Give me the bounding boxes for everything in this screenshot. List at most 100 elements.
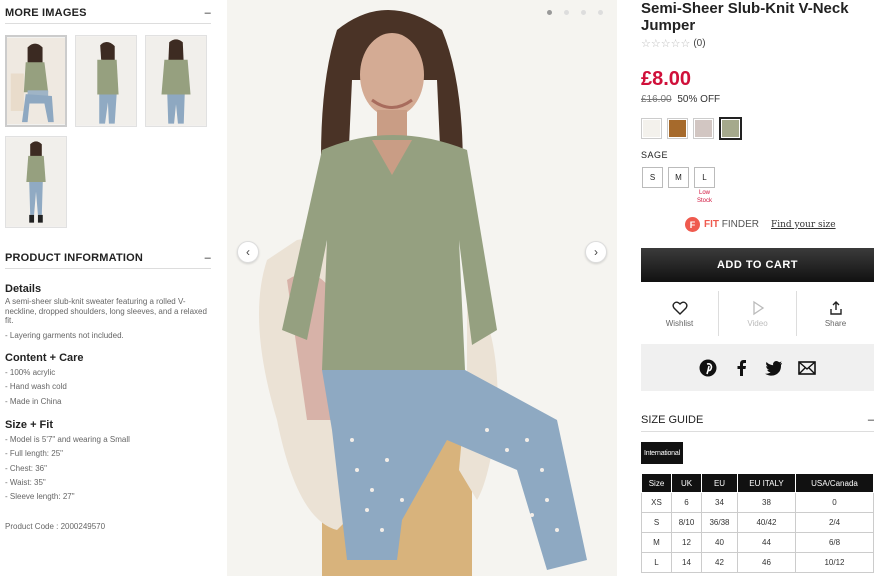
table-cell: 12 xyxy=(671,532,702,553)
table-cell: M xyxy=(641,532,672,553)
left-sidebar: MORE IMAGES – PRODUCT INFORMATION – Deta… xyxy=(0,0,218,576)
email-icon[interactable] xyxy=(798,359,816,377)
wishlist-button[interactable]: Wishlist xyxy=(641,291,719,336)
main-product-image[interactable]: ‹ › xyxy=(227,0,617,576)
product-info-title: PRODUCT INFORMATION xyxy=(5,252,144,264)
table-cell: 0 xyxy=(795,492,874,513)
pinterest-icon[interactable] xyxy=(699,359,717,377)
fit-item: - Sleeve length: 27" xyxy=(5,492,75,502)
thumbnail-1[interactable] xyxy=(5,35,67,127)
share-icon xyxy=(829,300,842,315)
star-rating-icon: ☆☆☆☆☆ xyxy=(641,38,691,50)
divider xyxy=(641,431,874,432)
carousel-dot[interactable] xyxy=(564,10,569,15)
low-stock-line: Low xyxy=(698,190,710,196)
thumbnail-2[interactable] xyxy=(75,35,137,127)
thumbnail-4[interactable] xyxy=(5,136,67,228)
selected-color-name: SAGE xyxy=(641,150,669,160)
content-care-heading: Content + Care xyxy=(5,352,84,364)
video-button[interactable]: Video xyxy=(719,291,797,336)
table-row: M 12 40 44 6/8 xyxy=(641,532,874,553)
table-cell: 44 xyxy=(737,532,796,553)
fit-finder-word: FINDER xyxy=(719,219,759,230)
color-swatch-sage[interactable] xyxy=(719,117,742,140)
table-cell: 46 xyxy=(737,552,796,573)
twitter-icon[interactable] xyxy=(765,359,783,377)
product-title: Semi-Sheer Slub-Knit V-Neck Jumper xyxy=(641,0,849,34)
fit-item: - Model is 5'7" and wearing a Small xyxy=(5,435,130,444)
fit-finder-icon: F xyxy=(685,217,700,232)
product-code: Product Code : 2000249570 xyxy=(5,520,213,534)
product-code-text: Product Code : 2000249570 xyxy=(5,522,106,531)
previous-image-button[interactable]: ‹ xyxy=(237,241,259,263)
table-cell: 40 xyxy=(701,532,738,553)
more-images-header[interactable]: MORE IMAGES – xyxy=(5,7,211,19)
table-cell: 34 xyxy=(701,492,738,513)
social-share-bar xyxy=(641,344,874,391)
column-header: EU xyxy=(701,473,738,493)
size-button-m[interactable]: M xyxy=(668,167,689,188)
size-guide-header[interactable]: SIZE GUIDE – xyxy=(641,414,874,426)
fit-item: - Chest: 36" xyxy=(5,463,47,473)
table-cell: 36/38 xyxy=(701,512,738,533)
color-swatches xyxy=(641,117,742,140)
details-section: Details A semi-sheer slub-knit sweater f… xyxy=(5,283,213,343)
divider xyxy=(5,268,211,269)
content-item: - Hand wash cold xyxy=(5,382,67,392)
wishlist-label: Wishlist xyxy=(665,318,694,328)
column-header: UK xyxy=(671,473,702,493)
facebook-icon[interactable] xyxy=(732,359,750,377)
chevron-left-icon: ‹ xyxy=(246,245,250,259)
table-cell: 10/12 xyxy=(795,552,874,573)
thumbnail-3[interactable] xyxy=(145,35,207,127)
table-cell: 2/4 xyxy=(795,512,874,533)
table-row: XS 6 34 38 0 xyxy=(641,492,874,513)
details-text: A semi-sheer slub-knit sweater featuring… xyxy=(5,297,207,325)
carousel-dot[interactable] xyxy=(581,10,586,15)
details-heading: Details xyxy=(5,283,42,295)
fit-finder-brand: FIT xyxy=(704,219,719,230)
original-price: £16.00 xyxy=(641,94,672,105)
table-cell: L xyxy=(641,552,672,573)
table-cell: 40/42 xyxy=(737,512,796,533)
carousel-dot[interactable] xyxy=(547,10,552,15)
table-cell: 6 xyxy=(671,492,702,513)
discount-label: 50% OFF xyxy=(677,94,721,105)
next-image-button[interactable]: › xyxy=(585,241,607,263)
share-button[interactable]: Share xyxy=(797,291,874,336)
carousel-dot[interactable] xyxy=(598,10,603,15)
column-header: USA/Canada xyxy=(795,473,874,493)
content-item: - Made in China xyxy=(5,396,62,406)
size-guide-title: SIZE GUIDE xyxy=(641,414,704,426)
tab-international[interactable]: International xyxy=(641,442,683,464)
collapse-icon[interactable]: – xyxy=(205,252,211,264)
rating[interactable]: ☆☆☆☆☆ (0) xyxy=(641,37,706,50)
fit-item: - Waist: 35" xyxy=(5,477,46,487)
collapse-icon[interactable]: – xyxy=(205,7,211,19)
fit-finder: F FIT FINDER Find your size xyxy=(685,217,836,232)
color-swatch-pink[interactable] xyxy=(693,118,714,139)
carousel-dots xyxy=(547,10,603,15)
table-cell: 14 xyxy=(671,552,702,573)
size-fit-heading: Size + Fit xyxy=(5,419,53,431)
divider xyxy=(5,23,211,24)
collapse-icon[interactable]: – xyxy=(868,414,874,426)
heart-icon xyxy=(671,301,688,315)
find-your-size-link[interactable]: Find your size xyxy=(771,220,836,230)
video-label: Video xyxy=(747,318,768,328)
product-info-header[interactable]: PRODUCT INFORMATION – xyxy=(5,252,211,264)
sale-price: £8.00 xyxy=(641,68,692,90)
content-care-section: Content + Care - 100% acrylic - Hand was… xyxy=(5,352,213,409)
details-note: - Layering garments not included. xyxy=(5,330,124,340)
size-button-s[interactable]: S xyxy=(642,167,663,188)
share-label: Share xyxy=(824,318,847,328)
color-swatch-cream[interactable] xyxy=(641,118,662,139)
model-photo xyxy=(227,0,617,576)
color-swatch-tan[interactable] xyxy=(667,118,688,139)
table-row: S 8/10 36/38 40/42 2/4 xyxy=(641,512,874,533)
size-button-l[interactable]: L xyxy=(694,167,715,188)
table-row: L 14 42 46 10/12 xyxy=(641,552,874,573)
add-to-cart-button[interactable]: ADD TO CART xyxy=(641,248,874,282)
low-stock-line: Stock xyxy=(696,198,712,204)
content-item: - 100% acrylic xyxy=(5,368,56,377)
